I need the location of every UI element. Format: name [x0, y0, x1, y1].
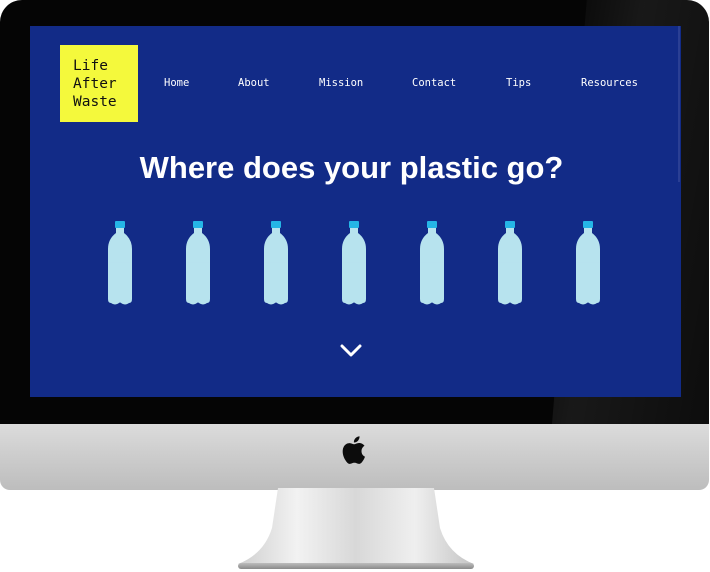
website-screen: Life After Waste Home About Mission Cont…	[30, 26, 681, 397]
bottle-row	[30, 221, 681, 311]
bottle-icon	[498, 221, 522, 305]
bottle-icon	[264, 221, 288, 305]
nav-item-resources[interactable]: Resources	[581, 77, 638, 89]
bottle-icon	[342, 221, 366, 305]
hero-headline: Where does your plastic go?	[139, 150, 564, 185]
nav-item-tips[interactable]: Tips	[506, 77, 531, 89]
main-nav: Home About Mission Contact Tips Resource…	[30, 77, 681, 91]
nav-item-about[interactable]: About	[238, 77, 270, 89]
nav-item-contact[interactable]: Contact	[412, 77, 456, 89]
monitor-stand	[238, 488, 474, 569]
chevron-down-icon[interactable]	[340, 344, 362, 358]
scrollbar[interactable]	[678, 26, 680, 182]
monitor: Life After Waste Home About Mission Cont…	[0, 0, 710, 572]
apple-logo-icon	[342, 436, 365, 464]
bottle-icon	[576, 221, 600, 305]
nav-item-home[interactable]: Home	[164, 77, 189, 89]
bottle-icon	[420, 221, 444, 305]
bottle-icon	[108, 221, 132, 305]
logo-line-3: Waste	[73, 94, 117, 110]
logo-line-1: Life	[73, 58, 108, 74]
nav-item-mission[interactable]: Mission	[319, 77, 363, 89]
bottle-icon	[186, 221, 210, 305]
